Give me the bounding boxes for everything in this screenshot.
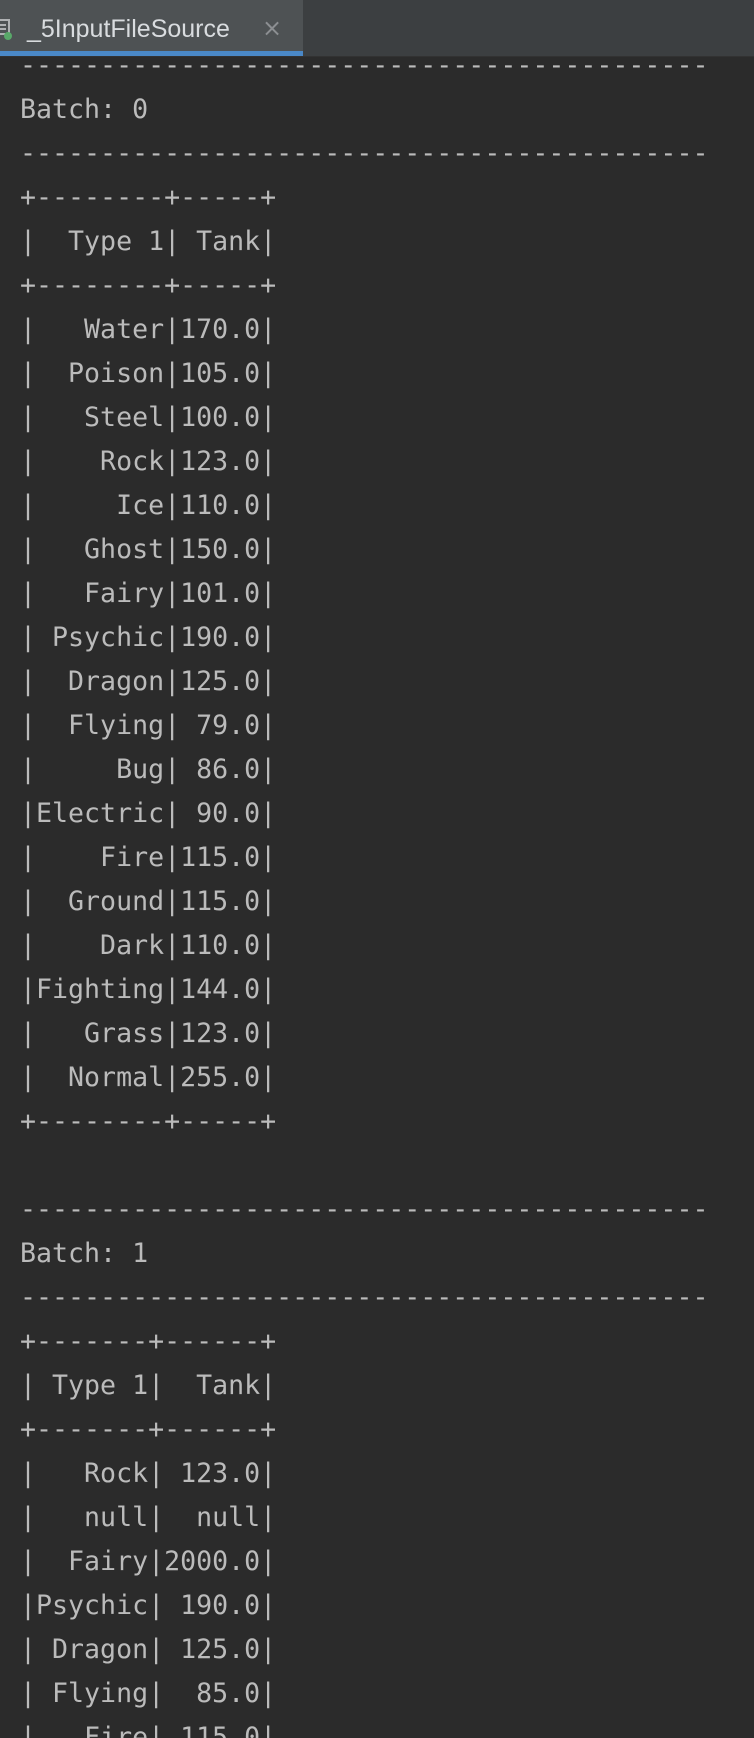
console-line: |Electric| 90.0| bbox=[20, 798, 277, 829]
console-line: | Water|170.0| bbox=[20, 314, 277, 345]
console-line: | Dragon|125.0| bbox=[20, 666, 277, 697]
console-line: | Rock|123.0| bbox=[20, 446, 277, 477]
console-line: ----------------------------------------… bbox=[20, 138, 709, 169]
console-line: +--------+-----+ bbox=[20, 1106, 277, 1137]
console-line: | Fire| 115.0| bbox=[20, 1722, 277, 1738]
console-line: +--------+-----+ bbox=[20, 270, 277, 301]
console-line: | Fairy|101.0| bbox=[20, 578, 277, 609]
console-line: | Grass|123.0| bbox=[20, 1018, 277, 1049]
console-line: | Steel|100.0| bbox=[20, 402, 277, 433]
console-line: ----------------------------------------… bbox=[20, 50, 709, 81]
console-line: | Ice|110.0| bbox=[20, 490, 277, 521]
console-line: ----------------------------------------… bbox=[20, 1282, 709, 1313]
console-line: | Dark|110.0| bbox=[20, 930, 277, 961]
console-line: | Ghost|150.0| bbox=[20, 534, 277, 565]
console-line: | null| null| bbox=[20, 1502, 277, 1533]
console-line: +--------+-----+ bbox=[20, 182, 277, 213]
console-line: ----------------------------------------… bbox=[20, 1194, 709, 1225]
console-line: Batch: 1 bbox=[20, 1238, 149, 1269]
console-line: | Type 1| Tank| bbox=[20, 226, 277, 257]
console-line: | Rock| 123.0| bbox=[20, 1458, 277, 1489]
console-line: | Normal|255.0| bbox=[20, 1062, 277, 1093]
console-line: | Fire|115.0| bbox=[20, 842, 277, 873]
console-line: +-------+------+ bbox=[20, 1414, 277, 1445]
console-line: | Type 1| Tank| bbox=[20, 1370, 277, 1401]
console-output: ----------------------------------------… bbox=[20, 44, 754, 1738]
console-line: | Psychic|190.0| bbox=[20, 622, 277, 653]
console-line: | Flying| 79.0| bbox=[20, 710, 277, 741]
console-line: |Fighting|144.0| bbox=[20, 974, 277, 1005]
close-icon[interactable]: × bbox=[262, 13, 282, 43]
tab-title: _5InputFileSource bbox=[27, 15, 230, 43]
console-line: +-------+------+ bbox=[20, 1326, 277, 1357]
console-line: | Bug| 86.0| bbox=[20, 754, 277, 785]
console-line: | Fairy|2000.0| bbox=[20, 1546, 277, 1577]
console-line: | Ground|115.0| bbox=[20, 886, 277, 917]
console-line: | Poison|105.0| bbox=[20, 358, 277, 389]
console-line: | Flying| 85.0| bbox=[20, 1678, 277, 1709]
console-file-icon bbox=[0, 18, 12, 40]
console-line: |Psychic| 190.0| bbox=[20, 1590, 277, 1621]
console-line: Batch: 0 bbox=[20, 94, 149, 125]
console-line: | Dragon| 125.0| bbox=[20, 1634, 277, 1665]
